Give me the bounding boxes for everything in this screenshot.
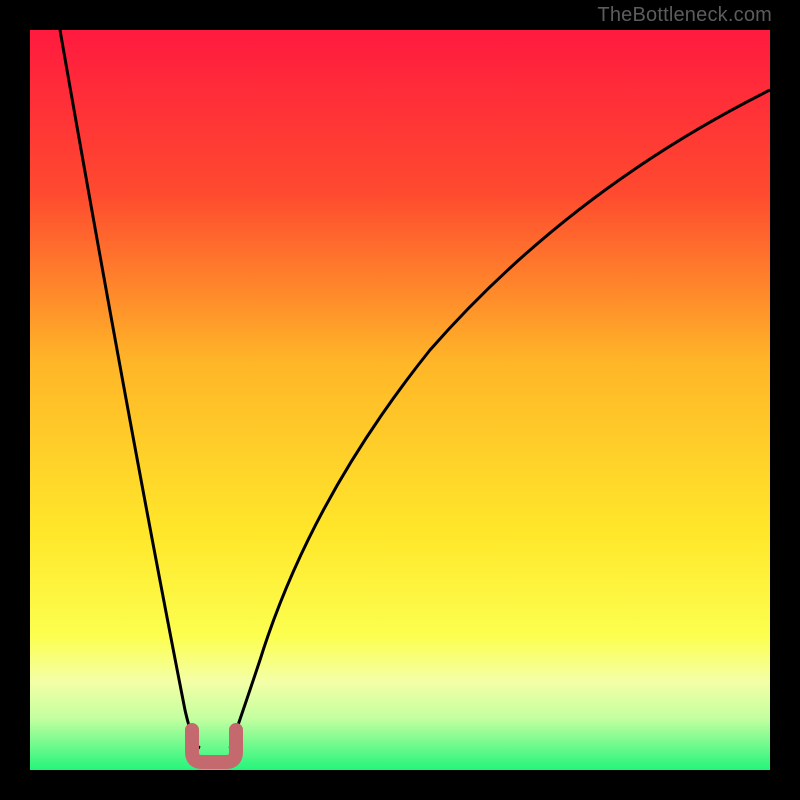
bottleneck-minimum-marker: [192, 730, 236, 762]
bottleneck-curve-right: [230, 90, 770, 748]
chart-frame: TheBottleneck.com: [0, 0, 800, 800]
plot-area: [30, 30, 770, 770]
bottleneck-curve-left: [60, 30, 200, 748]
watermark-text: TheBottleneck.com: [597, 4, 772, 27]
curve-layer: [30, 30, 770, 770]
